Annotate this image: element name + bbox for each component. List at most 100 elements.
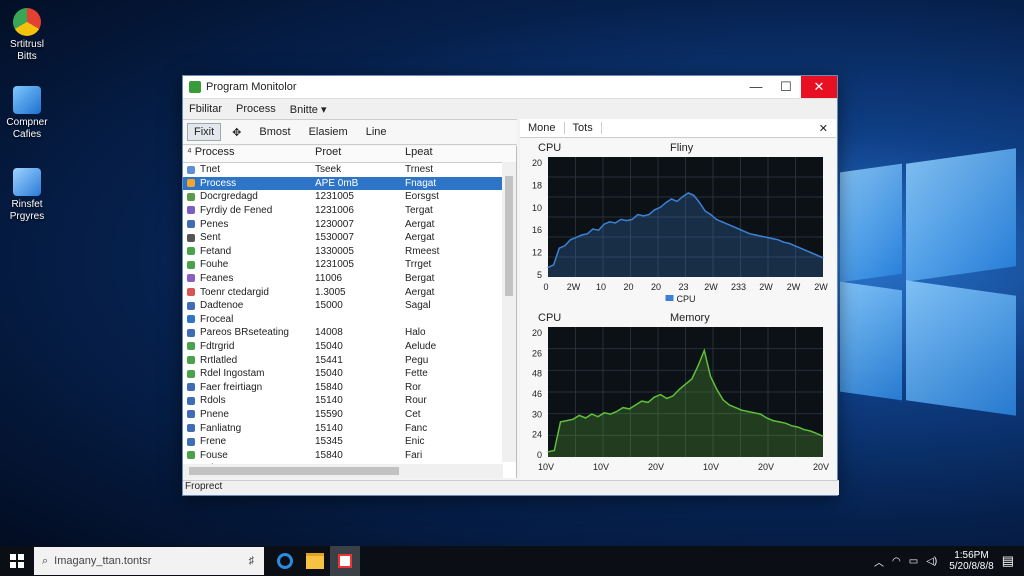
table-row[interactable]: Froceal	[183, 313, 516, 327]
process-icon	[187, 288, 195, 296]
table-row[interactable]: Fanliatng 15140 Fanc	[183, 421, 516, 435]
data-point	[616, 410, 618, 413]
data-point	[581, 234, 583, 236]
menu-item-file[interactable]: Fbilitar	[189, 103, 222, 115]
column-header-lpeat[interactable]: Lpeat	[405, 146, 501, 162]
cell-proet: Tseek	[315, 164, 342, 176]
data-point	[634, 404, 637, 406]
close-button[interactable]: ✕	[801, 76, 837, 98]
y-tick-label: 30	[532, 409, 542, 419]
process-icon	[187, 260, 195, 269]
data-point	[654, 209, 656, 211]
pin-button[interactable]: ✥	[225, 123, 248, 142]
x-tick-label: 20	[651, 282, 661, 292]
cell-proet: 1230007	[315, 218, 354, 230]
cell-lpeat: Fari	[405, 449, 423, 461]
desktop-icon-browser[interactable]: Srtitrusl Bitts	[4, 8, 50, 63]
cell-process: Dadtenoe	[183, 300, 315, 311]
desktop-icon-computer[interactable]: Compner Cafies	[4, 86, 50, 141]
data-point	[622, 407, 624, 409]
table-row[interactable]: Tnet Tseek Trnest	[183, 163, 516, 177]
menu-item-more[interactable]: Bnitte ▾	[290, 103, 327, 116]
chevron-up-icon[interactable]: ︿	[874, 554, 884, 569]
clock[interactable]: 1:56PM 5/20/8/8/8	[949, 550, 993, 572]
title-bar[interactable]: Program Monitolor — ☐ ✕	[183, 76, 837, 99]
data-point	[553, 449, 555, 452]
table-row[interactable]: Rrtlatled 15441 Pegu	[183, 353, 516, 367]
tab-mone[interactable]: Mone	[520, 122, 565, 134]
data-point	[670, 198, 673, 200]
table-row[interactable]: Rdols 15140 Rour	[183, 394, 516, 408]
scroll-thumb[interactable]	[189, 467, 399, 475]
table-row[interactable]: Fetand 1330005 Rmeest	[183, 245, 516, 259]
process-icon	[187, 274, 195, 283]
table-row[interactable]: Frene 15345 Enic	[183, 435, 516, 449]
table-row[interactable]: Feanes 11006 Bergat	[183, 272, 516, 286]
cell-proet: 15040	[315, 368, 343, 380]
microphone-icon[interactable]: ♯	[249, 555, 255, 567]
table-row[interactable]: Fouhe 1231005 Trrget	[183, 258, 516, 272]
table-row[interactable]: Penes 1230007 Aergat	[183, 217, 516, 231]
table-row[interactable]: Rdel Ingostam 15040 Fette	[183, 367, 516, 381]
maximize-button[interactable]: ☐	[771, 76, 801, 98]
search-box[interactable]: ⌕ Imagany_ttan.tontsr ♯	[34, 547, 264, 575]
process-icon	[187, 342, 195, 351]
line-button[interactable]: Line	[359, 123, 394, 141]
y-tick-label: 12	[532, 248, 542, 258]
data-point	[791, 425, 793, 427]
network-icon[interactable]: ◠	[892, 556, 901, 567]
data-point	[755, 234, 757, 236]
file-explorer-icon[interactable]	[300, 546, 330, 576]
cell-lpeat: Aergat	[405, 232, 435, 244]
minimize-button[interactable]: —	[741, 76, 771, 98]
table-row[interactable]: Docrgredagd 1231005 Eorsgst	[183, 190, 516, 204]
chart-tabs: Mone Tots ✕	[520, 119, 836, 138]
table-row[interactable]: Fyrdiy de Fened 1231006 Tergat	[183, 204, 516, 218]
process-icon	[187, 165, 195, 174]
table-row[interactable]: Faer freirtiagn 15840 Ror	[183, 381, 516, 395]
find-button[interactable]: Fixit	[187, 123, 222, 141]
cell-process: Fdtrgrid	[183, 341, 315, 352]
start-button[interactable]	[0, 546, 34, 576]
column-header-process[interactable]: ⁴ Process	[183, 146, 315, 162]
data-point	[803, 429, 805, 431]
data-point	[809, 430, 812, 432]
menu-item-process[interactable]: Process	[236, 103, 276, 115]
cell-lpeat: Trrget	[405, 259, 432, 271]
desktop-icon-label: Cafies	[12, 129, 42, 140]
process-icon	[187, 301, 195, 310]
horizontal-scrollbar[interactable]	[183, 464, 503, 478]
table-row[interactable]: Dadtenoe 15000 Sagal	[183, 299, 516, 313]
vertical-scrollbar[interactable]	[502, 162, 516, 462]
table-row[interactable]: Pareos BRseteating 14008 Halo	[183, 326, 516, 340]
table-row[interactable]: Fouse 15840 Fari	[183, 448, 516, 462]
close-tab-button[interactable]: ✕	[811, 122, 836, 135]
data-point	[766, 236, 768, 238]
battery-icon[interactable]: ▭	[909, 556, 918, 567]
desktop-icon-recycle[interactable]: Rinsfet Prgyres	[4, 168, 50, 223]
volume-icon[interactable]: ◁)	[926, 556, 937, 567]
desktop-icon-label: Compner	[6, 117, 48, 128]
table-row[interactable]: Toenr ctedargid 1.3005 Aergat	[183, 285, 516, 299]
table-row[interactable]: Sent 1530007 Aergat	[183, 231, 516, 245]
table-row[interactable]: Fdtrgrid 15040 Aelude	[183, 340, 516, 354]
elasiem-button[interactable]: Elasiem	[302, 123, 355, 141]
scroll-thumb[interactable]	[505, 176, 513, 296]
clock-time: 1:56PM	[954, 550, 989, 561]
edge-icon[interactable]	[270, 546, 300, 576]
notification-icon[interactable]: ▤	[1002, 553, 1014, 569]
process-name: Fyrdiy de Fened	[200, 205, 273, 217]
tab-tots[interactable]: Tots	[565, 122, 602, 134]
x-tick-label: 10V	[703, 462, 719, 472]
table-header: ⁴ Process Proet Lpeat	[183, 146, 516, 163]
cell-lpeat: Cet	[405, 408, 421, 420]
process-icon	[187, 328, 195, 337]
cell-process: Frene	[183, 436, 315, 447]
column-header-proet[interactable]: Proet	[315, 146, 405, 162]
data-point	[704, 210, 706, 212]
bmost-button[interactable]: Bmost	[252, 123, 297, 141]
table-row[interactable]: Pnene 15590 Cet	[183, 408, 516, 422]
data-point	[726, 223, 729, 225]
table-row[interactable]: Process APE 0mB Fnagat	[183, 176, 516, 191]
monitor-app-icon[interactable]	[330, 546, 360, 576]
